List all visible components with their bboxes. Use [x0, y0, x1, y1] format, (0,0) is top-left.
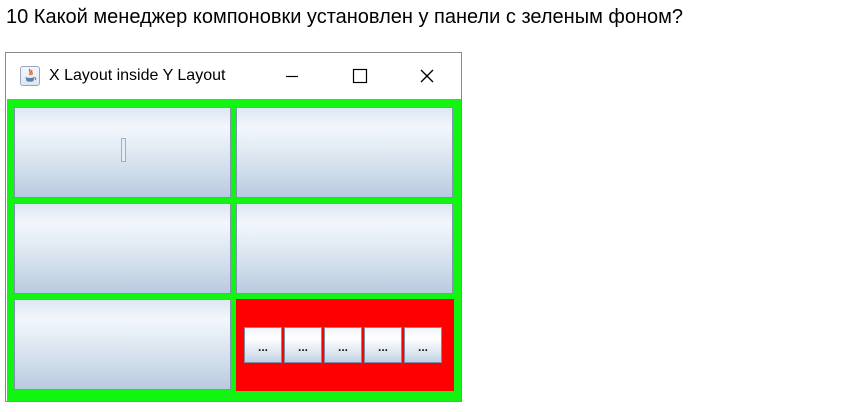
close-icon	[420, 69, 434, 83]
ellipsis-button-4[interactable]: ...	[364, 327, 402, 363]
ellipsis-button-3[interactable]: ...	[324, 327, 362, 363]
green-panel: ... ... ... ... ...	[7, 99, 461, 401]
grid-button-3[interactable]	[14, 203, 231, 294]
maximize-icon	[352, 68, 368, 84]
app-window: X Layout inside Y Layout ... ... ... ...…	[5, 52, 462, 402]
close-button[interactable]	[404, 53, 450, 99]
minimize-button[interactable]	[269, 53, 315, 99]
title-bar[interactable]: X Layout inside Y Layout	[6, 53, 461, 99]
red-panel: ... ... ... ... ...	[236, 299, 454, 391]
java-icon	[20, 66, 40, 86]
grid-button-4[interactable]	[236, 203, 453, 294]
grid-button-1[interactable]	[14, 107, 231, 198]
grid-button-5[interactable]	[14, 299, 231, 390]
text-cursor	[121, 138, 126, 162]
grid-button-2[interactable]	[236, 107, 453, 198]
ellipsis-button-1[interactable]: ...	[244, 327, 282, 363]
ellipsis-button-5[interactable]: ...	[404, 327, 442, 363]
maximize-button[interactable]	[336, 53, 382, 99]
question-text: 10 Какой менеджер компоновки установлен …	[6, 6, 684, 28]
ellipsis-button-2[interactable]: ...	[284, 327, 322, 363]
minimize-icon	[286, 75, 298, 78]
window-title: X Layout inside Y Layout	[49, 67, 226, 84]
